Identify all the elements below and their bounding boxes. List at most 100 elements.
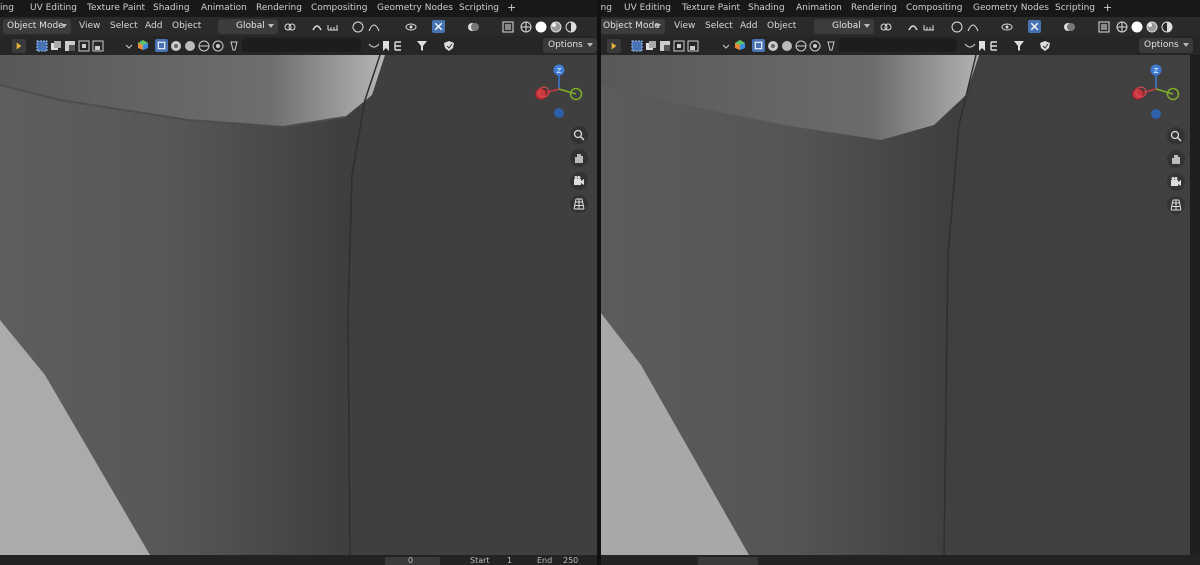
tab-texture-paint[interactable]: Texture Paint (682, 3, 740, 13)
select-extend-icon[interactable] (50, 40, 62, 52)
sphere-solid-icon[interactable] (781, 40, 793, 52)
rendered-shading-icon[interactable] (1161, 21, 1173, 33)
mode-dropdown[interactable]: Object Mode (3, 19, 71, 34)
tab-scripting[interactable]: Scripting (1055, 3, 1095, 13)
tab-scripting[interactable]: Scripting (459, 3, 499, 13)
tab-rendering[interactable]: Rendering (851, 3, 897, 13)
selectable-filter-icon[interactable] (752, 39, 765, 52)
tab-layout-partial[interactable]: ing (601, 3, 612, 13)
menu-object[interactable]: Object (172, 21, 201, 31)
object-type-filter-icon[interactable] (734, 39, 746, 51)
end-value[interactable]: 250 (563, 556, 578, 565)
filter-icon[interactable] (416, 40, 428, 52)
menu-select[interactable]: Select (110, 21, 138, 31)
select-box-new-icon[interactable] (36, 40, 48, 52)
collapse-icon[interactable] (964, 40, 976, 52)
object-type-filter-icon[interactable] (137, 39, 149, 51)
falloff-curve-icon[interactable] (368, 21, 380, 33)
tab-uv-editing[interactable]: UV Editing (624, 3, 671, 13)
snap-icon[interactable] (311, 21, 323, 33)
select-intersect-icon[interactable] (687, 40, 699, 52)
sphere-wire-icon[interactable] (767, 40, 779, 52)
orientation-dropdown[interactable]: Global (814, 19, 874, 34)
tab-shading[interactable]: Shading (748, 3, 785, 13)
3d-viewport[interactable]: Z (0, 55, 597, 555)
select-invert-icon[interactable] (673, 40, 685, 52)
navigation-gizmo[interactable]: Z (533, 63, 585, 123)
perspective-toggle-button[interactable] (1167, 196, 1185, 214)
filter-icon[interactable] (1013, 40, 1025, 52)
tab-geometry-nodes[interactable]: Geometry Nodes (973, 3, 1049, 13)
material-preview-icon[interactable] (1146, 21, 1158, 33)
pan-button[interactable] (570, 149, 588, 167)
wireframe-shading-icon[interactable] (1116, 21, 1128, 33)
tab-compositing[interactable]: Compositing (906, 3, 962, 13)
add-workspace-button[interactable]: + (1103, 1, 1112, 14)
tab-rendering[interactable]: Rendering (256, 3, 302, 13)
select-tool-icon[interactable] (12, 39, 26, 53)
falloff-curve-icon[interactable] (967, 21, 979, 33)
selectable-filter-icon[interactable] (155, 39, 168, 52)
zoom-button[interactable] (1167, 127, 1185, 145)
light-icon[interactable] (228, 40, 240, 52)
snap-increment-icon[interactable] (327, 21, 339, 33)
collapse-icon[interactable] (368, 40, 380, 52)
gizmo-toggle-icon[interactable] (432, 20, 445, 33)
shield-icon[interactable] (443, 40, 455, 52)
light-icon[interactable] (825, 40, 837, 52)
material-preview-icon[interactable] (550, 21, 562, 33)
pivot-point-icon[interactable] (880, 21, 892, 33)
camera-view-button[interactable] (570, 172, 588, 190)
gizmo-toggle-icon[interactable] (1028, 20, 1041, 33)
menu-select[interactable]: Select (705, 21, 733, 31)
sort-icon[interactable] (990, 40, 1002, 52)
proportional-editing-icon[interactable] (352, 21, 364, 33)
tab-animation[interactable]: Animation (201, 3, 247, 13)
tab-shading[interactable]: Shading (153, 3, 190, 13)
sphere-material-icon[interactable] (795, 40, 807, 52)
add-workspace-button[interactable]: + (507, 1, 516, 14)
wireframe-shading-icon[interactable] (520, 21, 532, 33)
select-invert-icon[interactable] (78, 40, 90, 52)
select-intersect-icon[interactable] (92, 40, 104, 52)
select-box-new-icon[interactable] (631, 40, 643, 52)
menu-object[interactable]: Object (767, 21, 796, 31)
bookmark-icon[interactable] (380, 40, 392, 52)
zoom-button[interactable] (570, 126, 588, 144)
proportional-editing-icon[interactable] (951, 21, 963, 33)
options-dropdown[interactable]: Options (543, 38, 597, 53)
visibility-eye-icon[interactable] (1001, 21, 1013, 33)
search-input[interactable] (839, 38, 957, 52)
search-input[interactable] (242, 38, 361, 52)
menu-view[interactable]: View (674, 21, 695, 31)
solid-shading-icon[interactable] (535, 21, 547, 33)
tab-geometry-nodes[interactable]: Geometry Nodes (377, 3, 453, 13)
camera-view-button[interactable] (1167, 173, 1185, 191)
perspective-toggle-button[interactable] (570, 195, 588, 213)
select-tool-icon[interactable] (607, 39, 621, 53)
mode-dropdown[interactable]: Object Mode (601, 19, 665, 34)
solid-shading-icon[interactable] (1131, 21, 1143, 33)
menu-add[interactable]: Add (145, 21, 162, 31)
tab-compositing[interactable]: Compositing (311, 3, 367, 13)
current-frame-field[interactable] (698, 557, 758, 565)
menu-view[interactable]: View (79, 21, 100, 31)
sphere-render-icon[interactable] (809, 40, 821, 52)
3d-viewport[interactable]: Z (601, 55, 1200, 555)
visibility-eye-icon[interactable] (405, 21, 417, 33)
xray-toggle-icon[interactable] (502, 21, 514, 33)
select-extend-icon[interactable] (645, 40, 657, 52)
sphere-wire-icon[interactable] (170, 40, 182, 52)
overlays-icon[interactable] (467, 21, 479, 33)
snap-icon[interactable] (907, 21, 919, 33)
xray-toggle-icon[interactable] (1098, 21, 1110, 33)
menu-add[interactable]: Add (740, 21, 757, 31)
pivot-point-icon[interactable] (284, 21, 296, 33)
orientation-dropdown[interactable]: Global (218, 19, 278, 34)
start-value[interactable]: 1 (507, 556, 512, 565)
select-subtract-icon[interactable] (659, 40, 671, 52)
bookmark-icon[interactable] (976, 40, 988, 52)
chevron-down-icon[interactable] (722, 40, 730, 52)
snap-increment-icon[interactable] (923, 21, 935, 33)
pan-button[interactable] (1167, 150, 1185, 168)
